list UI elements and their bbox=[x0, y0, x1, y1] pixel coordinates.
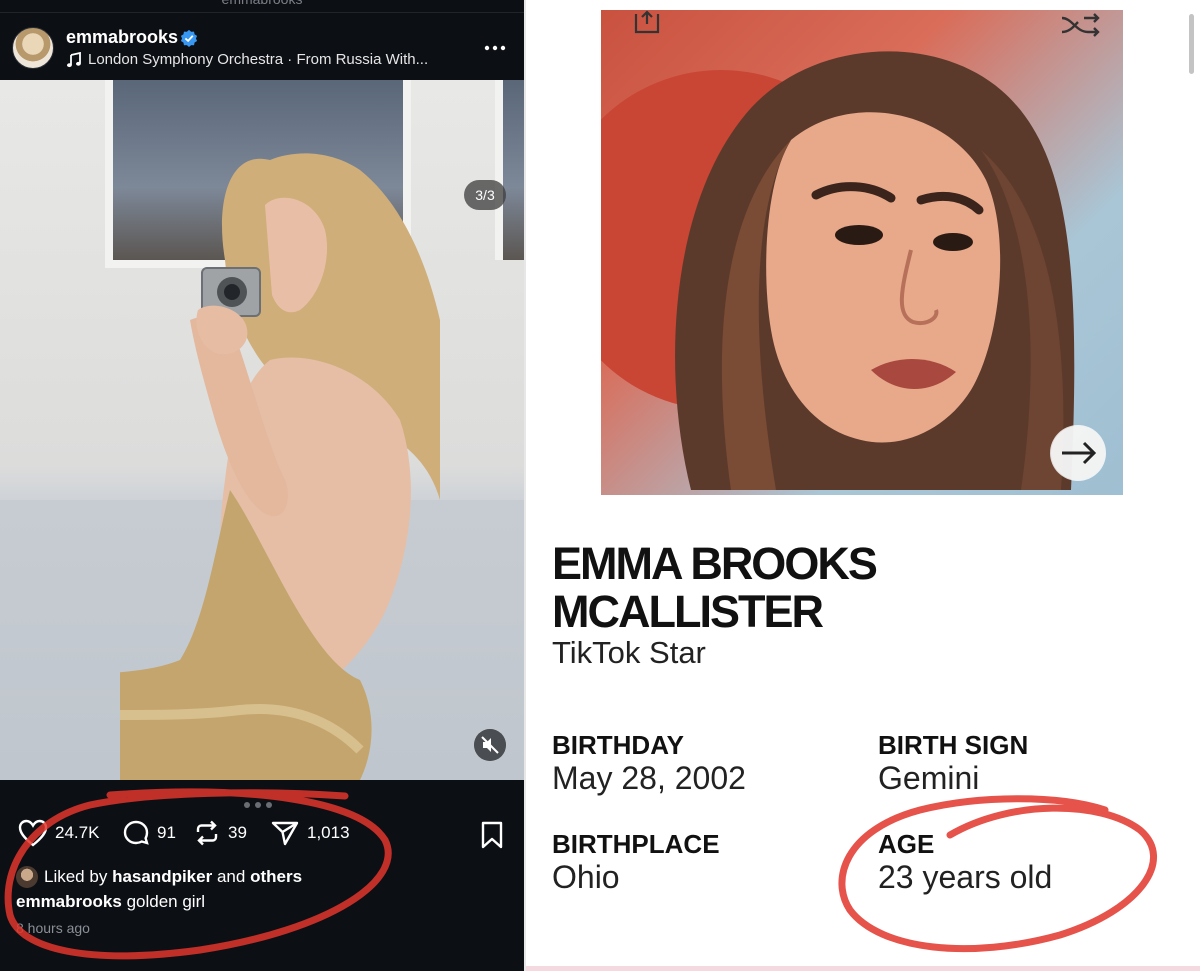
carousel-counter: 3/3 bbox=[464, 180, 506, 210]
occupation: TikTok Star bbox=[552, 635, 706, 670]
portrait-illustration bbox=[601, 51, 1075, 490]
scrollbar[interactable] bbox=[1189, 14, 1194, 74]
window bbox=[495, 80, 524, 260]
caption-text: golden girl bbox=[126, 892, 206, 911]
like-button[interactable]: 24.7K bbox=[18, 815, 99, 851]
woman-in-gold-dress-figure bbox=[120, 153, 440, 780]
liked-by-row[interactable]: Liked by hasandpiker and others bbox=[16, 866, 302, 888]
liked-by-user[interactable]: hasandpiker bbox=[112, 867, 212, 887]
profile-panel bbox=[526, 0, 1200, 971]
profile-name: EMMA BROOKS MCALLISTER bbox=[552, 538, 878, 637]
age-label: AGE bbox=[878, 829, 935, 859]
share-icon bbox=[271, 821, 299, 846]
repost-button[interactable]: 39 bbox=[193, 815, 247, 851]
age-value: 23 years old bbox=[878, 859, 1053, 895]
shuffle-icon[interactable] bbox=[1056, 10, 1104, 38]
share-button[interactable]: 1,013 bbox=[270, 815, 350, 851]
verified-badge-icon bbox=[180, 29, 198, 47]
birthday-label: BIRTHDAY bbox=[552, 730, 684, 760]
more-icon[interactable] bbox=[484, 37, 506, 59]
birthplace-label: BIRTHPLACE bbox=[552, 829, 720, 859]
comment-icon bbox=[123, 820, 149, 845]
post-header: emmabrooks London Symphony Orchestra · F… bbox=[0, 13, 524, 79]
music-note-icon bbox=[67, 52, 81, 68]
repost-icon bbox=[196, 820, 218, 846]
comment-button[interactable]: 91 bbox=[122, 815, 176, 851]
instagram-post-panel: emmabrooks emmabrooks London Symphony Or… bbox=[0, 0, 524, 971]
birth-sign-value: Gemini bbox=[878, 760, 980, 796]
repost-count: 39 bbox=[228, 823, 247, 842]
carousel-dots bbox=[244, 795, 277, 813]
music-track[interactable]: London Symphony Orchestra · From Russia … bbox=[88, 51, 428, 68]
comment-count: 91 bbox=[157, 823, 176, 842]
name-line-2: MCALLISTER bbox=[552, 586, 824, 637]
caption-username[interactable]: emmabrooks bbox=[16, 892, 122, 911]
birth-sign-label: BIRTH SIGN bbox=[878, 730, 1029, 760]
top-strip-title: emmabrooks bbox=[0, 0, 524, 7]
bookmark-icon[interactable] bbox=[480, 821, 504, 849]
action-bar: 24.7K 91 39 1,013 bbox=[0, 815, 524, 851]
liked-by-and: and bbox=[216, 867, 246, 886]
mute-icon[interactable] bbox=[474, 729, 506, 761]
arrow-right-icon[interactable] bbox=[1050, 425, 1106, 481]
like-count: 24.7K bbox=[55, 823, 100, 842]
post-photo[interactable]: 3/3 bbox=[0, 80, 524, 780]
caption: emmabrooks golden girl bbox=[16, 892, 205, 912]
portrait-image bbox=[601, 10, 1123, 495]
liked-by-others[interactable]: others bbox=[250, 867, 302, 887]
upload-icon[interactable] bbox=[626, 10, 668, 34]
username[interactable]: emmabrooks bbox=[66, 27, 178, 48]
bottom-bar bbox=[526, 966, 1200, 971]
name-line-1: EMMA BROOKS bbox=[552, 538, 878, 589]
heart-icon bbox=[18, 819, 48, 847]
avatar[interactable] bbox=[12, 27, 54, 69]
share-count: 1,013 bbox=[307, 823, 350, 842]
liker-avatar bbox=[16, 866, 38, 888]
liked-by-prefix: Liked by bbox=[44, 867, 108, 886]
birthplace-value: Ohio bbox=[552, 859, 620, 895]
top-strip: emmabrooks bbox=[0, 0, 524, 13]
post-time: 8 hours ago bbox=[16, 920, 90, 936]
birthday-value: May 28, 2002 bbox=[552, 760, 746, 796]
